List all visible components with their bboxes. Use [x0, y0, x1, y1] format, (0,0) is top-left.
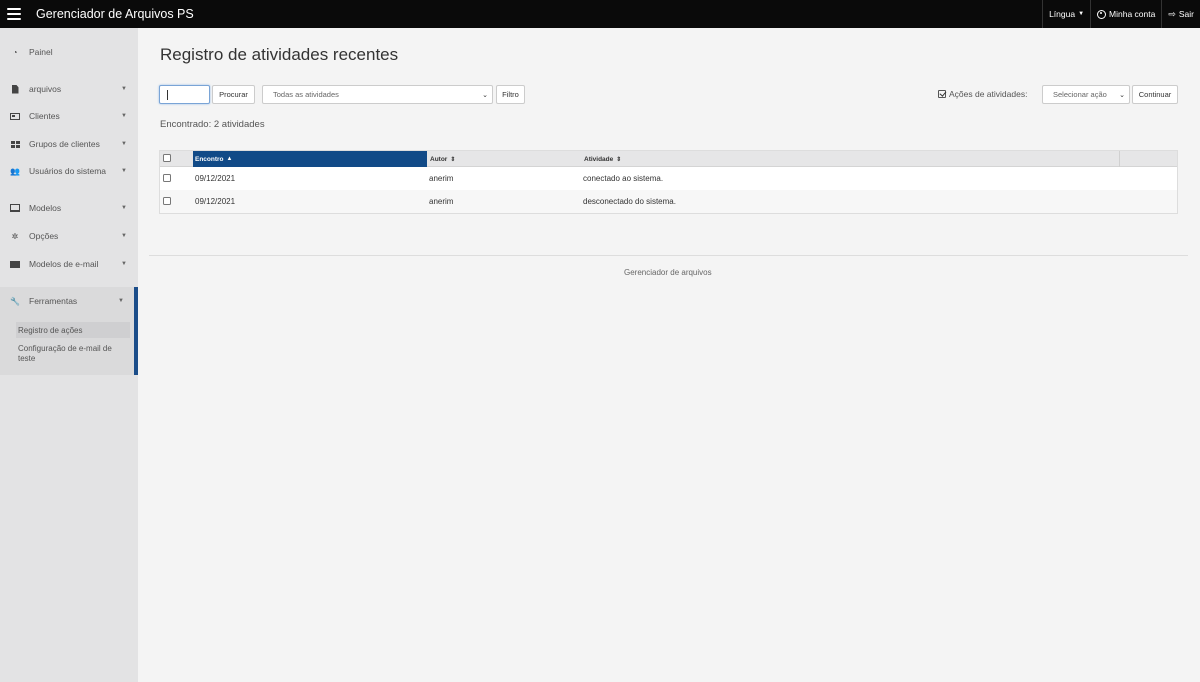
table-header: Encontro ▲ Autor ⇕ Atividade ⇕ — [160, 151, 1177, 167]
sidebar-item-templates[interactable]: Modelos ▼ — [0, 198, 138, 218]
chevron-down-icon: ⌄ — [482, 91, 488, 99]
sidebar-item-dashboard[interactable]: ◔ Painel — [0, 42, 138, 62]
cell-author: anerim — [429, 197, 454, 206]
sort-icon: ⇕ — [616, 156, 622, 163]
sidebar-item-label: Clientes — [29, 111, 60, 121]
activity-actions-label: Ações de atividades: — [938, 89, 1027, 99]
caret-down-icon: ▼ — [121, 141, 127, 147]
sidebar-subitem-action-log[interactable]: Registro de ações — [18, 326, 82, 335]
caret-down-icon: ▼ — [121, 113, 127, 119]
caret-down-icon: ▼ — [121, 86, 127, 92]
top-right-menu: Língua ▼ Minha conta ⇨ Sair — [1042, 0, 1200, 28]
hamburger-menu-icon[interactable] — [7, 8, 21, 20]
sidebar-item-email-templates[interactable]: Modelos de e-mail ▼ — [0, 254, 138, 274]
sidebar-item-label: arquivos — [29, 84, 62, 94]
logout-link[interactable]: ⇨ Sair — [1161, 0, 1200, 28]
filter-button[interactable]: Filtro — [496, 85, 525, 104]
sidebar-item-label: Modelos — [29, 203, 62, 213]
cell-activity: conectado ao sistema. — [583, 174, 664, 183]
caret-down-icon: ▼ — [121, 205, 127, 211]
cell-author: anerim — [429, 174, 454, 183]
sidebar-item-client-groups[interactable]: Grupos de clientes ▼ — [0, 134, 138, 154]
sidebar-item-files[interactable]: arquivos ▼ — [0, 79, 138, 99]
column-header-label: Autor — [430, 155, 448, 163]
sidebar-item-clients[interactable]: Clientes ▼ — [0, 106, 138, 126]
sidebar-item-tools[interactable]: 🔧 Ferramentas ▼ — [0, 291, 138, 311]
column-header-activity[interactable]: Atividade ⇕ — [582, 151, 982, 167]
results-count: Encontrado: 2 atividades — [160, 119, 265, 130]
search-button[interactable]: Procurar — [212, 85, 255, 104]
monitor-icon — [10, 203, 20, 213]
language-label: Língua — [1049, 9, 1076, 19]
top-navbar: Gerenciador de Arquivos PS Língua ▼ Minh… — [0, 0, 1200, 28]
id-card-icon — [10, 111, 20, 121]
wrench-icon: 🔧 — [10, 296, 20, 306]
chevron-down-icon: ⌄ — [1119, 91, 1125, 99]
sidebar-item-label: Modelos de e-mail — [29, 259, 99, 269]
column-header-label: Atividade — [584, 155, 614, 163]
user-circle-icon — [1097, 9, 1107, 19]
sidebar-item-options[interactable]: ✲ Opções ▼ — [0, 226, 138, 246]
check-square-icon — [938, 90, 946, 98]
caret-down-icon: ▼ — [118, 298, 124, 304]
sidebar-item-label: Ferramentas — [29, 296, 78, 306]
sidebar-item-label: Usuários do sistema — [29, 166, 107, 176]
cell-date: 09/12/2021 — [195, 197, 236, 206]
activity-filter-select[interactable]: Todas as atividades ⌄ — [262, 85, 493, 104]
caret-down-icon: ▼ — [121, 233, 127, 239]
envelope-icon — [10, 259, 20, 269]
caret-down-icon: ▼ — [121, 261, 127, 267]
users-icon: 👥 — [10, 166, 20, 176]
gear-icon: ✲ — [11, 231, 19, 241]
sidebar-item-label: Opções — [29, 231, 59, 241]
footer-text: Gerenciador de arquivos — [624, 268, 712, 277]
table-row: 09/12/2021 anerim conectado ao sistema. — [160, 167, 1177, 190]
language-dropdown[interactable]: Língua ▼ — [1042, 0, 1090, 28]
sort-ascending-icon: ▲ — [226, 156, 233, 162]
sidebar-item-label: Painel — [29, 47, 53, 57]
dashboard-icon: ◔ — [12, 47, 18, 57]
logout-label: Sair — [1178, 9, 1194, 19]
row-checkbox[interactable] — [163, 197, 171, 205]
continue-button[interactable]: Continuar — [1132, 85, 1178, 104]
search-input[interactable] — [159, 85, 210, 104]
column-header-date[interactable]: Encontro ▲ — [193, 151, 427, 167]
column-header-author[interactable]: Autor ⇕ — [428, 151, 580, 167]
activity-filter-value: Todas as atividades — [273, 90, 339, 99]
my-account-label: Minha conta — [1109, 9, 1156, 19]
table-row: 09/12/2021 anerim desconectado do sistem… — [160, 190, 1177, 213]
sign-out-icon: ⇨ — [1168, 8, 1176, 19]
sidebar: ◔ Painel arquivos ▼ Clientes ▼ Grupos de… — [0, 28, 138, 682]
caret-down-icon: ▼ — [121, 168, 127, 174]
column-header-label: Encontro — [195, 155, 224, 163]
footer-divider — [149, 255, 1188, 256]
column-divider — [1119, 151, 1120, 167]
sidebar-item-system-users[interactable]: 👥 Usuários do sistema ▼ — [0, 161, 138, 181]
sidebar-item-label: Grupos de clientes — [29, 139, 100, 149]
grid-icon — [10, 139, 20, 149]
row-checkbox[interactable] — [163, 174, 171, 182]
activity-log-table: Encontro ▲ Autor ⇕ Atividade ⇕ 09/12/202… — [159, 150, 1178, 214]
file-icon — [10, 84, 20, 94]
activity-actions-text: Ações de atividades: — [949, 89, 1028, 99]
sidebar-subitem-test-email-config[interactable]: Configuração de e-mail de teste — [18, 344, 130, 364]
my-account-link[interactable]: Minha conta — [1090, 0, 1161, 28]
bulk-action-placeholder: Selecionar ação — [1053, 90, 1107, 99]
cell-activity: desconectado do sistema. — [583, 197, 676, 206]
select-all-checkbox[interactable] — [163, 154, 171, 162]
app-title[interactable]: Gerenciador de Arquivos PS — [36, 7, 194, 21]
caret-down-icon: ▼ — [1078, 11, 1085, 17]
bulk-action-select[interactable]: Selecionar ação ⌄ — [1042, 85, 1130, 104]
cell-date: 09/12/2021 — [195, 174, 236, 183]
sort-icon: ⇕ — [450, 156, 456, 163]
text-cursor — [167, 90, 168, 100]
page-title: Registro de atividades recentes — [160, 45, 399, 64]
